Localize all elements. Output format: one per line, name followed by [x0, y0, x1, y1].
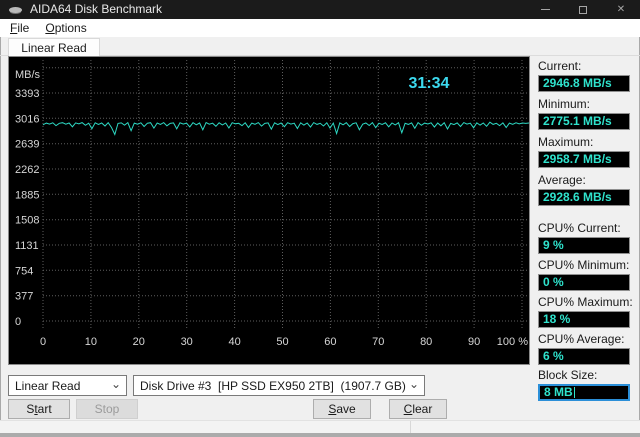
stat-label: CPU% Current: [538, 221, 621, 235]
minimize-button[interactable] [526, 0, 564, 19]
stat-cpu-average: CPU% Average: 6 % [538, 332, 632, 365]
aida64-disk-benchmark-window: AIDA64 Disk Benchmark ✕ File Options Lin… [0, 0, 640, 437]
stat-maximum: Maximum: 2958.7 MB/s [538, 135, 632, 168]
svg-text:20: 20 [133, 336, 145, 348]
svg-text:3016: 3016 [15, 113, 39, 125]
close-icon: ✕ [616, 4, 626, 15]
save-button[interactable]: Save [313, 399, 371, 419]
benchmark-type-select[interactable]: Linear Read ⌄ [8, 375, 127, 396]
elapsed-time: 31:34 [409, 75, 450, 92]
stat-label: Maximum: [538, 135, 594, 149]
stat-block-size: Block Size: 8 MB [538, 368, 632, 401]
chevron-down-icon: ⌄ [408, 377, 419, 391]
stat-average: Average: 2928.6 MB/s [538, 173, 632, 206]
drive-select[interactable]: Disk Drive #3 [HP SSD EX950 2TB] (1907.7… [133, 375, 425, 396]
close-button[interactable]: ✕ [602, 0, 640, 19]
title-bar: AIDA64 Disk Benchmark ✕ [0, 0, 640, 19]
svg-text:MB/s: MB/s [15, 69, 41, 81]
menu-options[interactable]: Options [37, 19, 94, 37]
svg-text:30: 30 [181, 336, 193, 348]
stat-label: Block Size: [538, 368, 598, 382]
stat-value: 2958.7 MB/s [538, 151, 630, 168]
status-bar [0, 420, 640, 434]
svg-text:1885: 1885 [15, 189, 39, 201]
window-title: AIDA64 Disk Benchmark [30, 2, 163, 16]
svg-text:10: 10 [85, 336, 97, 348]
chevron-down-icon: ⌄ [110, 377, 121, 391]
stat-label: Current: [538, 59, 582, 73]
maximize-button[interactable] [564, 0, 602, 19]
stat-cpu-current: CPU% Current: 9 % [538, 221, 632, 254]
stat-value: 18 % [538, 311, 630, 328]
svg-text:90: 90 [468, 336, 480, 348]
stat-cpu-maximum: CPU% Maximum: 18 % [538, 295, 633, 328]
svg-text:1131: 1131 [15, 240, 39, 252]
benchmark-chart: MB/s 3393 3016 2639 2262 1885 1508 1131 754 377 0 0… [15, 60, 529, 348]
start-button[interactable]: St art [8, 399, 70, 419]
stop-button: Stop [76, 399, 138, 419]
benchmark-chart-panel: MB/s 3393 3016 2639 2262 1885 1508 1131 754 377 0 0… [8, 56, 530, 365]
svg-text:80: 80 [420, 336, 432, 348]
svg-text:377: 377 [15, 291, 33, 303]
menu-file[interactable]: File [2, 19, 37, 37]
svg-text:2639: 2639 [15, 139, 39, 151]
minimize-icon [540, 9, 550, 10]
svg-text:3393: 3393 [15, 88, 39, 100]
svg-text:0: 0 [15, 316, 21, 328]
stat-label: CPU% Minimum: [538, 258, 630, 272]
maximize-icon [579, 5, 587, 14]
stat-value: 2775.1 MB/s [538, 113, 630, 130]
menu-bar: File Options [0, 19, 640, 37]
stat-label: CPU% Average: [538, 332, 625, 346]
disk-icon [9, 5, 23, 15]
stat-current: Current: 2946.8 MB/s [538, 59, 632, 92]
svg-text:0: 0 [40, 336, 46, 348]
text-cursor [573, 387, 575, 398]
stat-value: 2946.8 MB/s [538, 75, 630, 92]
stat-value: 0 % [538, 274, 630, 291]
stat-label: Minimum: [538, 97, 591, 111]
stat-value: 6 % [538, 348, 630, 365]
stat-label: Average: [538, 173, 586, 187]
window-controls: ✕ [526, 0, 640, 19]
svg-text:50: 50 [276, 336, 288, 348]
stat-cpu-minimum: CPU% Minimum: 0 % [538, 258, 632, 291]
svg-text:40: 40 [228, 336, 240, 348]
svg-text:1508: 1508 [15, 215, 39, 227]
throughput-line [42, 121, 529, 136]
stat-minimum: Minimum: 2775.1 MB/s [538, 97, 632, 130]
svg-text:754: 754 [15, 265, 33, 277]
block-size-input[interactable]: 8 MB [538, 384, 630, 401]
svg-text:2262: 2262 [15, 164, 39, 176]
stat-label: CPU% Maximum: [538, 295, 633, 309]
clear-button[interactable]: Clear [389, 399, 447, 419]
tab-linear-read[interactable]: Linear Read [8, 38, 100, 56]
svg-text:100 %: 100 % [497, 336, 528, 348]
window-bottom-edge [0, 433, 640, 437]
svg-text:60: 60 [324, 336, 336, 348]
stat-value: 9 % [538, 237, 630, 254]
stat-value: 2928.6 MB/s [538, 189, 630, 206]
svg-text:70: 70 [372, 336, 384, 348]
